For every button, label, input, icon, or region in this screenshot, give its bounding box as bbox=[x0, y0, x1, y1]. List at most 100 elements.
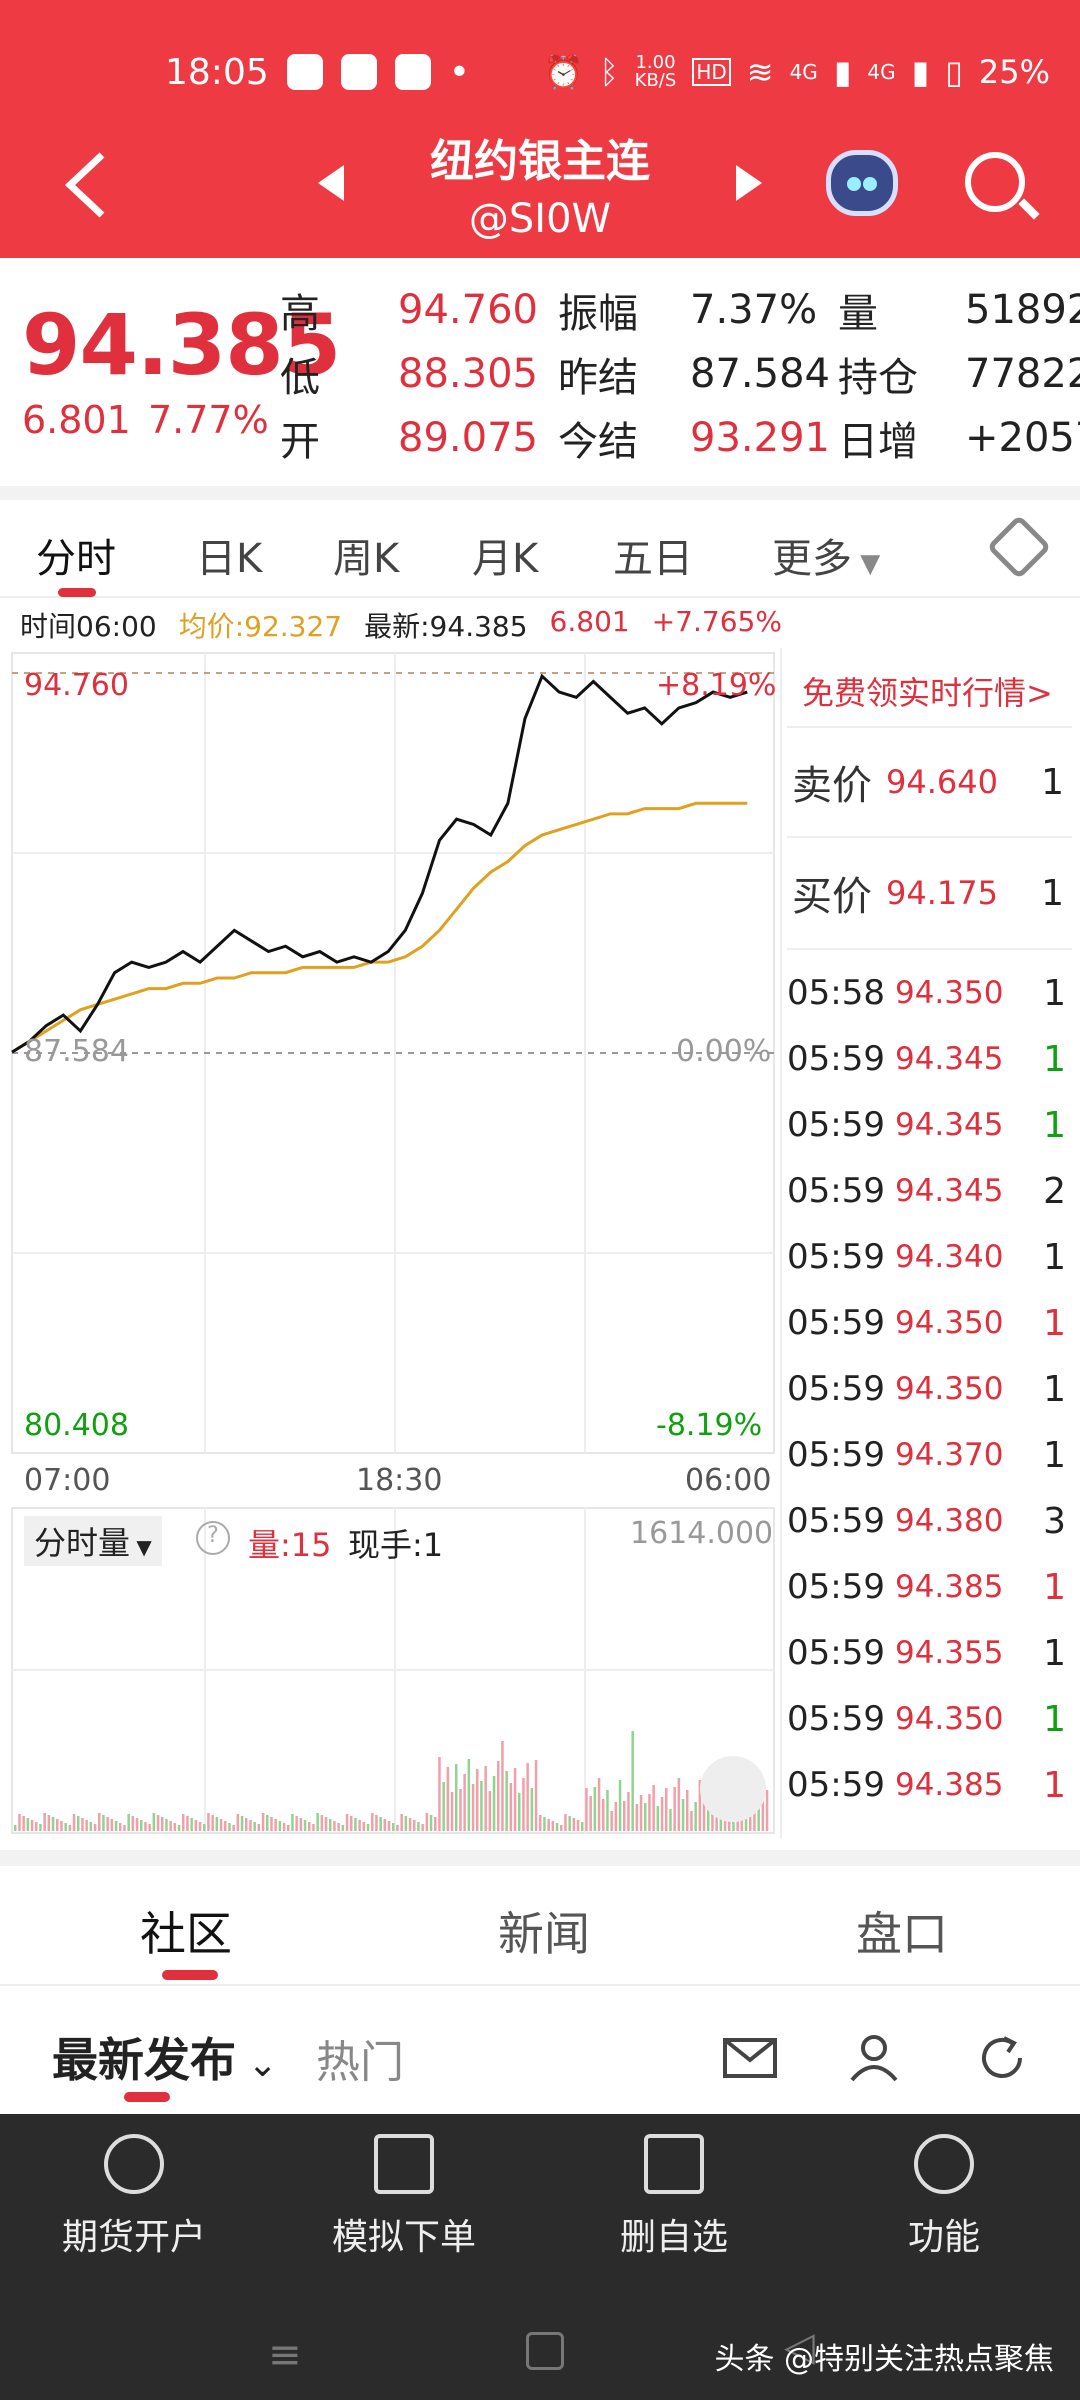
tab-news[interactable]: 新闻 bbox=[498, 1898, 590, 1964]
status-right: ⏰ ᛒ 1.00 KB/S HD ≋ 4G ▮ 4G ▮ ▯ 25% bbox=[544, 53, 1050, 91]
x-mid-label: 18:30 bbox=[356, 1463, 443, 1498]
refresh-icon[interactable] bbox=[974, 2034, 1030, 2082]
user-icon[interactable] bbox=[846, 2034, 902, 2082]
filter-latest[interactable]: 最新发布 ⌄ bbox=[52, 2024, 278, 2090]
value-volume: 51892 bbox=[965, 287, 1080, 333]
nav-functions[interactable]: 功能 bbox=[844, 2134, 1044, 2260]
info-latest: 最新:94.385 bbox=[364, 610, 528, 643]
tab-community[interactable]: 社区 bbox=[140, 1898, 232, 1964]
volume-bar bbox=[610, 1811, 613, 1831]
quote-row: 开 89.075 今结 93.291 日增 +2057 bbox=[280, 408, 1080, 468]
label-prev-settle: 昨结 bbox=[558, 355, 638, 401]
volume-bar bbox=[408, 1818, 412, 1831]
home-nav-icon[interactable] bbox=[526, 2332, 564, 2370]
volume-bar bbox=[362, 1822, 366, 1831]
tab-daily-k[interactable]: 日K bbox=[196, 526, 262, 584]
volume-bar bbox=[182, 1814, 185, 1831]
trade-price: 94.350 bbox=[894, 975, 1004, 1011]
trade-qty: 1 bbox=[1043, 1038, 1066, 1080]
free-realtime-link[interactable]: 免费领实时行情> bbox=[802, 668, 1053, 714]
settings-icon[interactable] bbox=[986, 514, 1052, 580]
value-open-interest: 77822 bbox=[965, 351, 1080, 397]
tab-more[interactable]: 更多 ▼ bbox=[772, 526, 880, 584]
volume-bar bbox=[156, 1815, 160, 1831]
tab-intraday[interactable]: 分时 bbox=[36, 526, 116, 584]
volume-bar bbox=[387, 1821, 391, 1831]
volume-bar bbox=[257, 1824, 261, 1831]
volume-bar bbox=[669, 1809, 672, 1831]
volume-bar bbox=[568, 1816, 571, 1831]
volume-bar bbox=[295, 1816, 298, 1831]
volume-bar bbox=[505, 1771, 508, 1831]
value-amplitude: 7.37% bbox=[690, 287, 818, 333]
trade-price: 94.385 bbox=[894, 1767, 1004, 1803]
volume-bar bbox=[635, 1804, 639, 1831]
tab-more-label: 更多 bbox=[772, 536, 852, 582]
mail-icon[interactable] bbox=[722, 2034, 778, 2082]
tab-orderbook[interactable]: 盘口 bbox=[856, 1898, 948, 1964]
volume-bar bbox=[459, 1789, 462, 1831]
volume-bar bbox=[240, 1816, 244, 1831]
volume-bar bbox=[98, 1813, 101, 1831]
volume-bar bbox=[606, 1790, 609, 1831]
volume-bar bbox=[765, 1790, 769, 1831]
nav-sim-order[interactable]: 模拟下单 bbox=[304, 2134, 504, 2260]
volume-bar bbox=[652, 1785, 655, 1831]
volume-bar bbox=[211, 1815, 214, 1831]
volume-bar bbox=[119, 1823, 122, 1831]
volume-bar bbox=[102, 1815, 105, 1831]
label-amplitude: 振幅 bbox=[558, 291, 638, 337]
volume-bar bbox=[165, 1819, 168, 1831]
nav-open-account[interactable]: 期货开户 bbox=[34, 2134, 234, 2260]
avg-line-path bbox=[11, 801, 748, 1054]
trade-row: 05:59 94.350 1 bbox=[787, 1290, 1072, 1356]
trade-qty: 1 bbox=[1043, 1368, 1066, 1410]
next-contract-icon[interactable] bbox=[736, 165, 762, 201]
trade-row: 05:59 94.380 3 bbox=[787, 1488, 1072, 1554]
trade-qty: 3 bbox=[1043, 1500, 1066, 1542]
bluetooth-icon: ᛒ bbox=[599, 53, 619, 91]
volume-bar bbox=[690, 1811, 693, 1831]
filter-hot[interactable]: 热门 bbox=[316, 2026, 404, 2090]
volume-bar bbox=[291, 1814, 294, 1831]
trade-time: 05:59 bbox=[787, 1171, 885, 1211]
menu-nav-icon[interactable]: ≡ bbox=[268, 2332, 302, 2378]
volume-bar bbox=[354, 1818, 357, 1831]
volume-bar bbox=[404, 1816, 408, 1831]
nav-remove-watchlist[interactable]: 删自选 bbox=[574, 2134, 774, 2260]
filter-indicator bbox=[124, 2092, 170, 2102]
search-icon[interactable] bbox=[965, 152, 1025, 212]
trade-time: 05:59 bbox=[787, 1567, 885, 1607]
volume-bar bbox=[358, 1820, 361, 1831]
fullscreen-icon[interactable] bbox=[700, 1756, 766, 1822]
trade-qty: 1 bbox=[1043, 1698, 1066, 1740]
ask-row: 卖价 94.640 1 bbox=[787, 726, 1072, 838]
bid-qty: 1 bbox=[1041, 872, 1064, 914]
volume-bar bbox=[249, 1820, 252, 1831]
trade-qty: 1 bbox=[1043, 1764, 1066, 1806]
volume-bar bbox=[623, 1801, 626, 1831]
volume-bar bbox=[110, 1819, 114, 1831]
volume-selector[interactable]: 分时量 ▼ bbox=[24, 1516, 162, 1566]
volume-bar bbox=[543, 1817, 546, 1831]
value-prev-settle: 87.584 bbox=[690, 351, 830, 397]
robot-assistant-icon[interactable] bbox=[826, 150, 898, 216]
bid-price: 94.175 bbox=[886, 874, 998, 912]
trade-time: 05:59 bbox=[787, 1105, 885, 1145]
volume-bar bbox=[287, 1825, 290, 1831]
intraday-chart[interactable]: 94.760 +8.19% 87.584 0.00% 80.408 -8.19%… bbox=[0, 648, 780, 1838]
help-icon[interactable]: ? bbox=[196, 1521, 230, 1555]
volume-bar bbox=[618, 1780, 622, 1831]
tab-monthly-k[interactable]: 月K bbox=[472, 526, 538, 584]
filter-latest-label: 最新发布 bbox=[52, 2033, 236, 2087]
tab-weekly-k[interactable]: 周K bbox=[333, 526, 399, 584]
volume-bar bbox=[337, 1823, 340, 1831]
volume-bar bbox=[324, 1817, 328, 1831]
volume-bar bbox=[400, 1814, 403, 1831]
tab-five-day[interactable]: 五日 bbox=[613, 526, 693, 584]
volume-bar bbox=[245, 1818, 248, 1831]
trade-time: 05:59 bbox=[787, 1501, 885, 1541]
volume-bar bbox=[39, 1824, 42, 1831]
volume-bar bbox=[253, 1822, 256, 1831]
trade-row: 05:59 94.345 2 bbox=[787, 1158, 1072, 1224]
